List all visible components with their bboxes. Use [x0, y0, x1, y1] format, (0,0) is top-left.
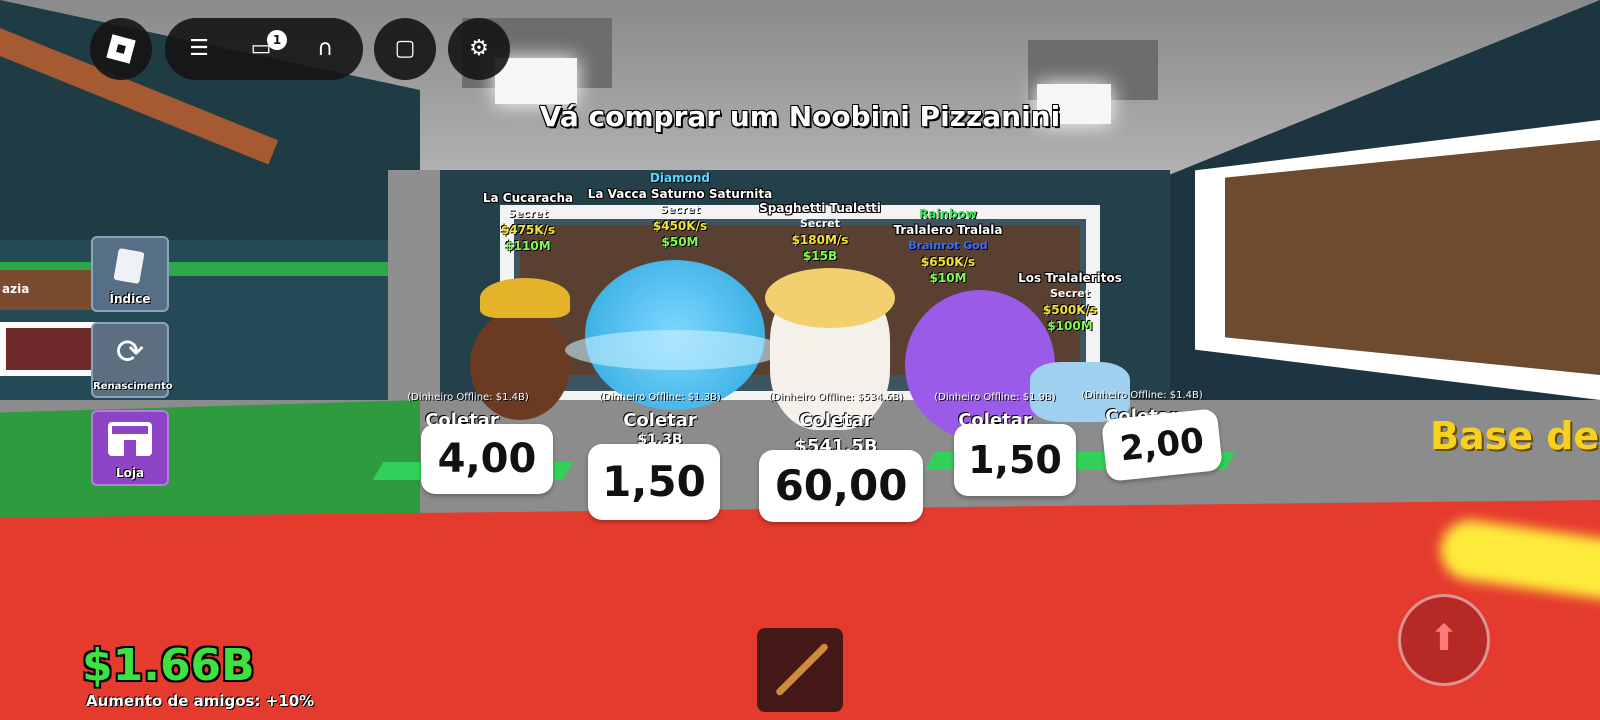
- collect-button[interactable]: Coletar: [799, 410, 873, 431]
- rarity-label: Secret: [799, 217, 841, 230]
- income-rate: $475K/s: [500, 223, 556, 237]
- store-icon: [108, 422, 152, 456]
- base-sign: Base de I: [1430, 414, 1600, 458]
- left-sign: azia: [0, 270, 95, 310]
- roblox-logo-icon: [106, 34, 136, 64]
- income-rate: $450K/s: [652, 219, 708, 233]
- refresh-icon: ⟳: [115, 332, 145, 372]
- chat-badge: 1: [267, 30, 287, 50]
- left-wall-panel: [0, 322, 102, 376]
- friend-boost-text: Aumento de amigos: +10%: [86, 692, 315, 710]
- sombrero: [480, 278, 570, 318]
- brainrot-name: La Vacca Saturno Saturnita: [587, 187, 773, 201]
- jump-button[interactable]: ⬆: [1398, 594, 1490, 686]
- income-rate: $180M/s: [791, 233, 849, 247]
- rarity-label: Secret: [507, 207, 549, 220]
- rebirth-button[interactable]: ⟳ Renascimento: [91, 322, 173, 398]
- backpack-button[interactable]: ▢: [374, 18, 436, 80]
- value-bubble: 4,00: [421, 424, 553, 494]
- settings-button[interactable]: ⚙: [448, 18, 510, 80]
- pillar: [388, 170, 440, 410]
- gear-icon: ⚙: [469, 36, 489, 61]
- brainrot-price: $50M: [661, 235, 699, 249]
- offline-money: (Dinheiro Offline: $534.6B): [768, 392, 904, 403]
- shop-label: Loja: [115, 466, 145, 480]
- left-sign-text: azia: [2, 282, 30, 296]
- top-toolbar: ☰ ▭ 1 ∩: [165, 18, 363, 80]
- rarity-label: Secret: [1049, 287, 1091, 300]
- overhead-label: Spaghetti Tualetti Secret $180M/s $15B: [759, 200, 881, 264]
- tier-label: Rainbow: [919, 207, 977, 221]
- brainrot-name: Spaghetti Tualetti: [759, 201, 881, 215]
- brainrot-price: $100M: [1047, 319, 1093, 333]
- planet-ring: [565, 330, 785, 370]
- overhead-label: La Cucaracha Secret $475K/s $110M: [483, 190, 573, 254]
- right-window: [1225, 140, 1600, 375]
- quest-prompt: Vá comprar um Noobini Pizzanini: [539, 100, 1061, 133]
- green-floor: [0, 400, 420, 525]
- headphones-icon[interactable]: ∩: [307, 34, 343, 64]
- offline-money: (Dinheiro Offline: $1.4B): [407, 392, 529, 403]
- brainrot-price: $110M: [505, 239, 551, 253]
- rebirth-label: Renascimento: [93, 381, 173, 392]
- income-rate: $650K/s: [920, 255, 976, 269]
- collect-button[interactable]: Coletar: [623, 410, 697, 431]
- index-label: Índice: [109, 292, 151, 306]
- rarity-label: Secret: [659, 203, 701, 216]
- shop-button[interactable]: Loja: [91, 410, 169, 486]
- book-icon: [113, 247, 145, 285]
- tier-label: Diamond: [649, 171, 711, 185]
- bat-icon: [774, 642, 830, 697]
- ceiling-light: [495, 58, 577, 104]
- brainrot-price: $10M: [929, 271, 967, 285]
- hotbar-slot[interactable]: [757, 628, 843, 712]
- brainrot-name: Los Tralaleritos: [1018, 271, 1122, 285]
- income-rate: $500K/s: [1042, 303, 1098, 317]
- backpack-icon: ▢: [394, 36, 416, 61]
- offline-money: (Dinheiro Offline: $1.9B): [934, 392, 1056, 403]
- brainrot-price: $15B: [802, 249, 838, 263]
- offline-money: (Dinheiro Offline: $1.4B): [1081, 390, 1203, 401]
- money-counter: $1.66B: [82, 640, 255, 691]
- offline-money: (Dinheiro Offline: $1.3B): [599, 392, 721, 403]
- value-bubble: 60,00: [759, 450, 923, 522]
- up-arrow-icon: ⬆: [1428, 618, 1460, 659]
- index-button[interactable]: Índice: [91, 236, 169, 312]
- brainrot-name: Tralalero Tralala: [893, 223, 1003, 237]
- rarity-label: Brainrot God: [908, 239, 988, 252]
- brainrot-name: La Cucaracha: [482, 191, 574, 205]
- value-bubble: 1,50: [588, 444, 720, 520]
- hamburger-menu-icon[interactable]: ☰: [181, 34, 217, 64]
- overhead-label: Rainbow Tralalero Tralala Brainrot God $…: [894, 206, 1003, 286]
- roblox-menu-button[interactable]: [90, 18, 152, 80]
- overhead-label: Diamond La Vacca Saturno Saturnita Secre…: [588, 170, 772, 250]
- value-bubble: 2,00: [1101, 408, 1223, 482]
- spaghetti-hair: [765, 268, 895, 328]
- value-bubble: 1,50: [954, 424, 1076, 496]
- overhead-label: Los Tralaleritos Secret $500K/s $100M: [1018, 270, 1122, 334]
- la-cucaracha-model[interactable]: [470, 310, 570, 420]
